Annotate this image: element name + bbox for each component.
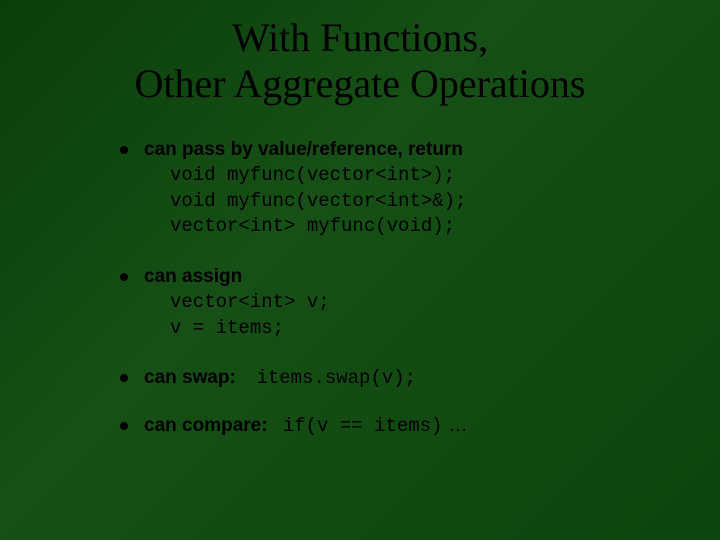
code-block: void myfunc(vector<int>); void myfunc(ve… [170, 163, 650, 240]
slide: With Functions, Other Aggregate Operatio… [0, 0, 720, 540]
bullet-list: can pass by value/reference, return void… [120, 139, 650, 437]
code-block: vector<int> v; v = items; [170, 290, 650, 341]
bullet-lead: can pass by value/reference, return [144, 139, 463, 161]
bullet-dot-icon [120, 374, 128, 382]
bullet-item-pass: can pass by value/reference, return void… [120, 139, 650, 240]
title-line-2: Other Aggregate Operations [135, 61, 586, 106]
bullet-item-swap: can swap: items.swap(v); [120, 367, 650, 389]
inline-code: items.swap(v); [256, 367, 416, 389]
bullet-dot-icon [120, 422, 128, 430]
bullet-item-compare: can compare: if(v == items) … [120, 415, 650, 437]
bullet-lead: can swap: [144, 367, 236, 389]
bullet-dot-icon [120, 273, 128, 281]
ellipsis-text: … [448, 415, 467, 437]
bullet-dot-icon [120, 146, 128, 154]
bullet-lead: can assign [144, 266, 242, 288]
slide-title: With Functions, Other Aggregate Operatio… [40, 15, 680, 107]
bullet-item-assign: can assign vector<int> v; v = items; [120, 266, 650, 341]
inline-code: if(v == items) [283, 415, 443, 437]
bullet-lead: can compare: [144, 415, 268, 437]
title-line-1: With Functions, [232, 15, 488, 60]
